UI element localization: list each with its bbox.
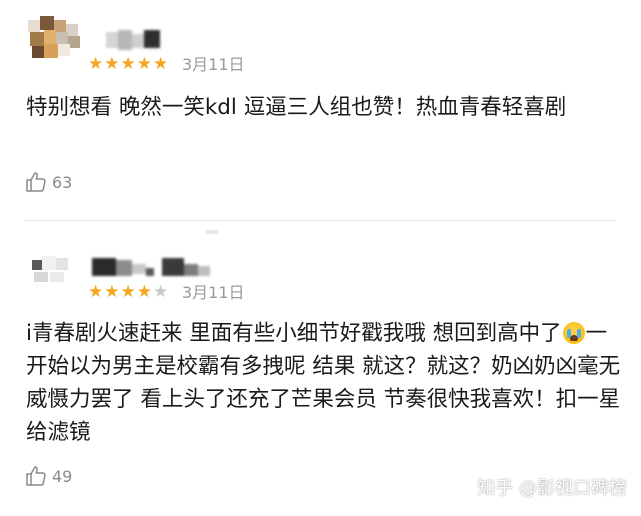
watermark: 知乎 @影视口碑榜 [477, 478, 627, 499]
comment-text: i青春剧火速赶来 里面有些小细节好戳我哦 想回到高中了 一开始以为男主是校霸有多拽… [26, 317, 626, 449]
like-count: 63 [52, 172, 73, 192]
comment-card: ★★★★★ 3月11日 i青春剧火速赶来 里面有些小细节好戳我哦 想回到高中了一… [0, 228, 641, 516]
like-button[interactable]: 49 [24, 463, 72, 489]
thumbs-up-icon [26, 466, 46, 486]
avatar[interactable] [28, 16, 86, 64]
rating-stars: ★★★★★ [88, 282, 169, 302]
divider [24, 220, 616, 221]
rating-stars: ★★★★★ [88, 54, 169, 74]
loudly-crying-face-icon [562, 322, 585, 344]
comment-text: 特别想看 晚然一笑kdl 逗逼三人组也赞！热血青春轻喜剧 [26, 95, 567, 120]
stars-filled: ★★★★★ [88, 54, 170, 74]
stars-filled: ★★★★ [88, 282, 153, 302]
like-count: 49 [52, 466, 73, 486]
review-list: ★★★★★ 3月11日 特别想看 晚然一笑kdl 逗逼三人组也赞！热血青春轻喜剧… [0, 0, 641, 516]
thumbs-up-icon [26, 172, 46, 192]
comment-text-part: i青春剧火速赶来 里面有些小细节好戳我哦 想回到高中了 [26, 321, 562, 346]
comment-date: 3月11日 [182, 55, 245, 74]
username-blurred [106, 30, 162, 54]
username-blurred [92, 258, 212, 282]
like-button[interactable]: 63 [24, 169, 72, 195]
stars-empty: ★ [152, 282, 170, 302]
avatar[interactable] [28, 250, 72, 284]
comment-date: 3月11日 [182, 283, 245, 302]
comment-card: ★★★★★ 3月11日 特别想看 晚然一笑kdl 逗逼三人组也赞！热血青春轻喜剧… [0, 0, 641, 234]
